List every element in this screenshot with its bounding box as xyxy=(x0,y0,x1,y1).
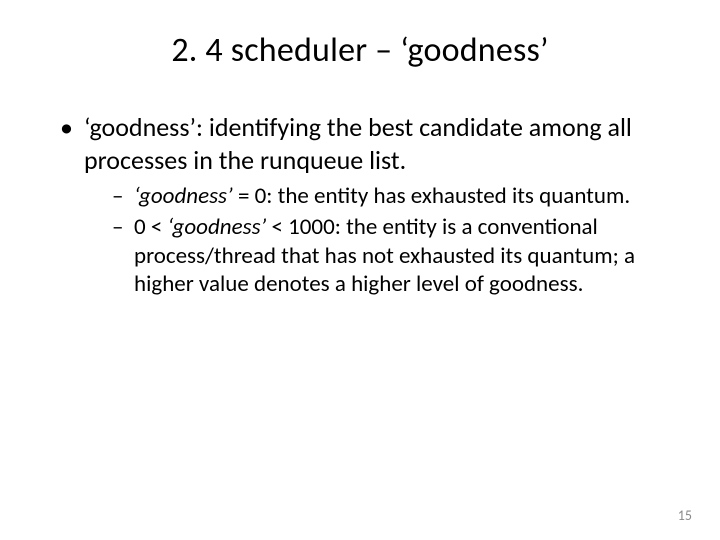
page-number: 15 xyxy=(678,507,692,524)
bullet-item-1: ‘goodness’: identifying the best candida… xyxy=(60,111,670,299)
bullet-list-level1: ‘goodness’: identifying the best candida… xyxy=(60,111,670,299)
sub1-rest: = 0: the entity has exhausted its quantu… xyxy=(233,182,630,210)
slide-title: 2. 4 scheduler – ‘goodness’ xyxy=(50,30,670,71)
sub2-em: ‘goodness’ xyxy=(168,213,267,241)
slide: 2. 4 scheduler – ‘goodness’ ‘goodness’: … xyxy=(0,0,720,540)
sub-item-2: 0 < ‘goodness’ < 1000: the entity is a c… xyxy=(112,213,670,299)
sub1-em: ‘goodness’ xyxy=(134,182,233,210)
bullet1-prefix: ‘goodness’: xyxy=(84,111,209,143)
sub-item-1: ‘goodness’ = 0: the entity has exhausted… xyxy=(112,182,670,211)
bullet-list-level2: ‘goodness’ = 0: the entity has exhausted… xyxy=(112,182,670,299)
sub2-pre: 0 < xyxy=(134,213,168,241)
